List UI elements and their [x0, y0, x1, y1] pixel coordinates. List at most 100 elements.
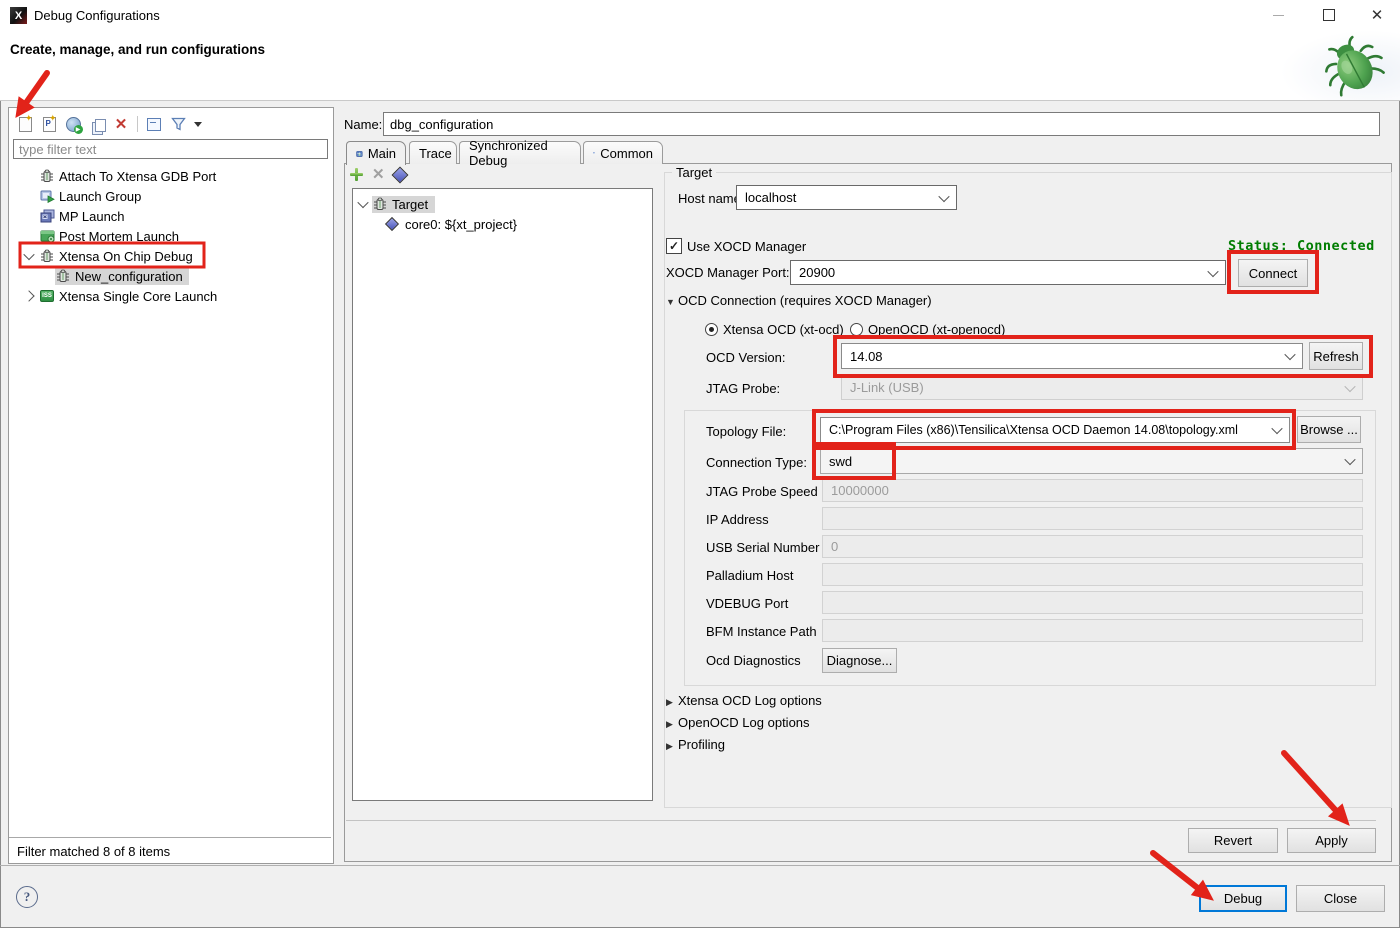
tree-item-label: Launch Group: [55, 188, 145, 205]
use-xocd-label: Use XOCD Manager: [687, 239, 806, 254]
tree-item-new-configuration[interactable]: New_configuration: [55, 266, 189, 286]
section-label: OCD Connection (requires XOCD Manager): [678, 293, 932, 308]
radio-openocd[interactable]: OpenOCD (xt-openocd): [850, 322, 1005, 337]
ip-address-input: [822, 507, 1363, 530]
chevron-down-icon: [938, 190, 949, 201]
chevron-down-icon: [1344, 454, 1355, 465]
ip-address-label: IP Address: [706, 512, 769, 527]
dialog-header: Create, manage, and run configurations: [0, 30, 1400, 101]
tab-common[interactable]: Common: [583, 141, 663, 164]
tree-item-launch-group[interactable]: Launch Group: [39, 186, 145, 206]
refresh-button[interactable]: Refresh: [1309, 342, 1363, 370]
ocd-connection-section[interactable]: ▼OCD Connection (requires XOCD Manager): [666, 293, 932, 308]
openocd-log-section[interactable]: ▶OpenOCD Log options: [666, 715, 810, 730]
expander-down-icon[interactable]: [23, 249, 34, 260]
new-configuration-button[interactable]: ✦: [15, 114, 35, 134]
tab-trace[interactable]: Trace: [409, 141, 457, 164]
minimize-button[interactable]: [1255, 0, 1301, 30]
collapse-all-button[interactable]: [144, 114, 164, 134]
jtag-speed-label: JTAG Probe Speed: [706, 484, 818, 499]
tree-item-attach-gdb[interactable]: Attach To Xtensa GDB Port: [39, 166, 220, 186]
add-core-button[interactable]: [350, 168, 363, 181]
close-window-button[interactable]: ✕: [1354, 0, 1400, 30]
tree-item-core0[interactable]: core0: ${xt_project}: [387, 214, 521, 234]
remove-core-button[interactable]: ✕: [372, 167, 385, 182]
vdebug-port-input: [822, 591, 1363, 614]
tree-item-single-core[interactable]: ISS Xtensa Single Core Launch: [25, 286, 221, 306]
chevron-down-icon: [1207, 265, 1218, 276]
mp-launch-icon: [39, 208, 55, 224]
radio-xtensa-ocd[interactable]: Xtensa OCD (xt-ocd): [705, 322, 844, 337]
close-button[interactable]: Close: [1296, 885, 1385, 912]
chevron-down-icon: [1344, 380, 1355, 391]
expander-right-icon[interactable]: [23, 290, 34, 301]
host-name-combo[interactable]: localhost: [736, 185, 957, 210]
debug-button[interactable]: Debug: [1199, 885, 1287, 912]
section-expanded-icon: ▼: [666, 297, 678, 307]
target-tree: Target core0: ${xt_project}: [352, 188, 653, 801]
revert-button[interactable]: Revert: [1188, 828, 1278, 853]
tree-item-mp-launch[interactable]: MP Launch: [39, 206, 129, 226]
delete-button[interactable]: ✕: [111, 114, 131, 134]
connection-type-combo[interactable]: swd: [820, 448, 1363, 474]
host-name-label: Host name:: [678, 191, 744, 206]
launch-group-icon: [39, 188, 55, 204]
tab-main[interactable]: Main: [346, 141, 406, 165]
target-toolbar: ✕: [350, 167, 406, 182]
collapse-all-icon: [147, 118, 161, 131]
name-input[interactable]: [383, 112, 1380, 136]
connect-button[interactable]: Connect: [1238, 259, 1308, 287]
title-bar: X Debug Configurations ✕: [0, 0, 1400, 30]
chip-debug-icon: [55, 268, 71, 284]
maximize-button[interactable]: [1306, 0, 1352, 30]
browse-button[interactable]: Browse ...: [1297, 416, 1361, 443]
profiling-section[interactable]: ▶Profiling: [666, 737, 725, 752]
apply-button[interactable]: Apply: [1287, 828, 1376, 853]
usb-serial-input: 0: [822, 535, 1363, 558]
use-xocd-checkbox[interactable]: ✓: [666, 238, 682, 254]
tree-item-label: core0: ${xt_project}: [401, 216, 521, 233]
expander-down-icon[interactable]: [357, 197, 368, 208]
tree-item-label: Xtensa Single Core Launch: [55, 288, 221, 305]
filter-button[interactable]: [168, 114, 188, 134]
duplicate-button[interactable]: [87, 114, 107, 134]
help-button[interactable]: ?: [16, 886, 38, 908]
section-label: Xtensa OCD Log options: [678, 693, 822, 708]
tree-item-xtensa-ocd[interactable]: Xtensa On Chip Debug: [25, 246, 197, 266]
tree-item-label: Attach To Xtensa GDB Port: [55, 168, 220, 185]
tree-item-target[interactable]: Target: [359, 194, 435, 214]
bfm-path-label: BFM Instance Path: [706, 624, 817, 639]
filter-menu-dropdown[interactable]: [192, 114, 204, 134]
xocd-port-label: XOCD Manager Port:: [666, 265, 790, 280]
tree-item-label: Post Mortem Launch: [55, 228, 183, 245]
dialog-subtitle: Create, manage, and run configurations: [10, 42, 265, 57]
jtag-speed-input: 10000000: [822, 479, 1363, 502]
usb-serial-label: USB Serial Number: [706, 540, 819, 555]
topology-file-combo[interactable]: C:\Program Files (x86)\Tensilica\Xtensa …: [820, 417, 1290, 443]
radio-label: Xtensa OCD (xt-ocd): [723, 322, 844, 337]
new-configuration-icon: ✦: [19, 117, 32, 132]
dropdown-caret-icon: [194, 122, 202, 127]
xtensa-log-section[interactable]: ▶Xtensa OCD Log options: [666, 693, 822, 708]
core-diamond-button[interactable]: [391, 166, 408, 183]
tab-synchronized-debug[interactable]: Synchronized Debug: [459, 141, 581, 164]
filter-funnel-icon: [171, 117, 186, 131]
export-launch-icon: ▶: [66, 117, 81, 132]
chip-debug-icon: [39, 248, 55, 264]
xocd-port-combo[interactable]: 20900: [790, 260, 1226, 285]
chevron-down-icon: [1284, 349, 1295, 360]
export-launch-button[interactable]: ▶: [63, 114, 83, 134]
ocd-version-value: 14.08: [850, 349, 883, 364]
diagnose-button[interactable]: Diagnose...: [822, 648, 897, 673]
configurations-panel: ✦ ✦P ▶ ✕ Attach To Xtensa GDB Port: [8, 107, 334, 864]
ocd-version-combo[interactable]: 14.08: [841, 343, 1303, 369]
new-prototype-button[interactable]: ✦P: [39, 114, 59, 134]
section-collapsed-icon: ▶: [666, 741, 678, 752]
post-mortem-icon: [39, 228, 55, 244]
window-title: Debug Configurations: [34, 8, 160, 23]
chevron-down-icon: [1271, 423, 1282, 434]
connection-type-label: Connection Type:: [706, 455, 807, 470]
filter-input[interactable]: [13, 139, 328, 159]
tree-item-label: Target: [388, 196, 432, 213]
tree-item-post-mortem[interactable]: Post Mortem Launch: [39, 226, 183, 246]
